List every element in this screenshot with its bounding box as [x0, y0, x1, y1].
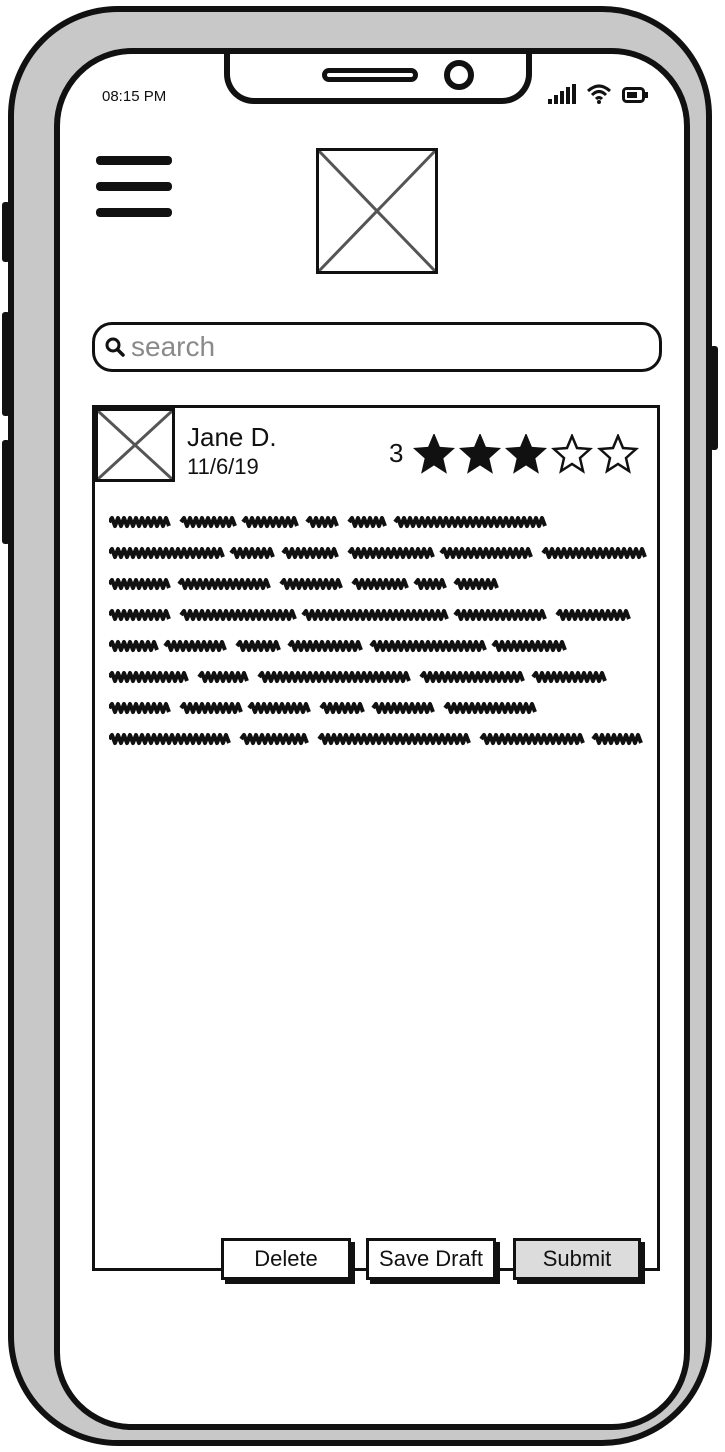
scribble-word [179, 702, 243, 714]
scribble-word [235, 640, 281, 652]
image-placeholder-icon [96, 409, 174, 481]
search-icon [105, 337, 125, 357]
placeholder-text-lines [107, 516, 647, 745]
phone-screen: 08:15 PM search Jane D. 11/6/19 3 [54, 48, 690, 1430]
volume-up-button [2, 312, 10, 416]
scribble-word [107, 733, 231, 745]
star-filled-icon[interactable] [505, 434, 547, 474]
scribble-word [531, 671, 607, 683]
scribble-word [107, 578, 171, 590]
scribble-word [301, 609, 449, 621]
scribble-word [239, 733, 309, 745]
scribble-word [347, 547, 435, 559]
scribble-word [197, 671, 249, 683]
search-placeholder: search [131, 331, 216, 362]
scribble-word [419, 671, 525, 683]
scribble-word [319, 702, 365, 714]
hamburger-menu-icon[interactable] [96, 156, 172, 220]
scribble-word [177, 578, 271, 590]
scribble-word [107, 547, 225, 559]
scribble-word [163, 640, 227, 652]
rating-value: 3 [389, 438, 404, 468]
scribble-word [393, 516, 547, 528]
volume-down-button [2, 440, 10, 544]
review-body[interactable] [107, 508, 649, 763]
wifi-icon [586, 84, 612, 104]
mute-switch [2, 202, 10, 262]
scribble-word [281, 547, 339, 559]
star-rating[interactable] [413, 434, 639, 474]
scribble-word [541, 547, 647, 559]
scribble-word [371, 702, 435, 714]
search-bar[interactable]: search [92, 322, 662, 372]
scribble-word [491, 640, 567, 652]
scribble-word [555, 609, 631, 621]
status-time: 08:15 PM [102, 88, 167, 105]
scribble-word [279, 578, 343, 590]
star-filled-icon[interactable] [413, 434, 455, 474]
speaker [322, 68, 418, 82]
scribble-word [347, 516, 387, 528]
review-card: Jane D. 11/6/19 3 [92, 405, 660, 1271]
scribble-word [479, 733, 585, 745]
scribble-word [107, 609, 171, 621]
save-draft-button[interactable]: Save Draft [366, 1238, 496, 1280]
avatar [95, 408, 175, 482]
scribble-word [305, 516, 339, 528]
scribble-word [107, 516, 171, 528]
logo-image-placeholder [316, 148, 438, 274]
scribble-word [179, 609, 297, 621]
cellular-signal-icon [548, 84, 576, 104]
scribble-word [241, 516, 299, 528]
scribble-word [317, 733, 471, 745]
scribble-word [247, 702, 311, 714]
battery-icon [622, 87, 648, 103]
front-camera [444, 60, 474, 90]
status-icons [548, 84, 648, 104]
scribble-word [287, 640, 363, 652]
delete-button[interactable]: Delete [221, 1238, 351, 1280]
star-empty-icon[interactable] [597, 434, 639, 474]
scribble-word [369, 640, 487, 652]
scribble-word [107, 671, 189, 683]
scribble-word [591, 733, 643, 745]
scribble-word [453, 578, 499, 590]
scribble-word [453, 609, 547, 621]
submit-button[interactable]: Submit [513, 1238, 641, 1280]
star-empty-icon[interactable] [551, 434, 593, 474]
phone-frame: 08:15 PM search Jane D. 11/6/19 3 [2, 6, 718, 1446]
image-placeholder-icon [317, 149, 437, 273]
scribble-word [443, 702, 537, 714]
scribble-word [107, 640, 159, 652]
scribble-word [229, 547, 275, 559]
scribble-word [351, 578, 409, 590]
star-filled-icon[interactable] [459, 434, 501, 474]
scribble-word [439, 547, 533, 559]
review-author: Jane D. [187, 422, 277, 452]
power-button [710, 346, 718, 450]
scribble-word [257, 671, 411, 683]
review-date: 11/6/19 [187, 454, 259, 479]
scribble-word [413, 578, 447, 590]
scribble-word [107, 702, 171, 714]
scribble-word [179, 516, 237, 528]
